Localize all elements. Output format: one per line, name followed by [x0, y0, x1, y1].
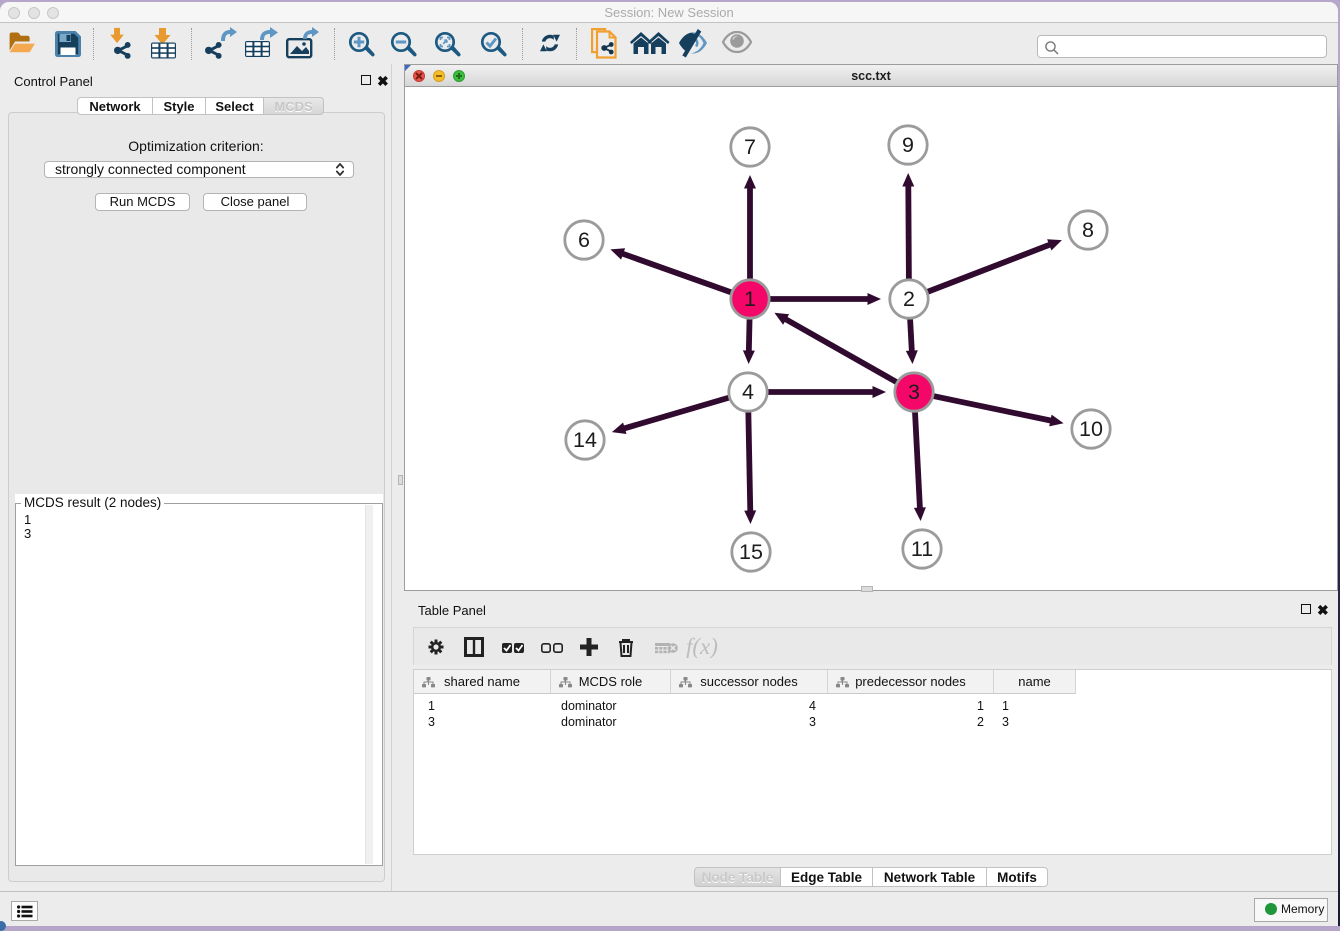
svg-text:14: 14	[573, 428, 597, 452]
svg-text:1: 1	[744, 287, 756, 311]
svg-text:2: 2	[903, 287, 915, 311]
svg-text:7: 7	[744, 135, 756, 159]
svg-text:9: 9	[902, 133, 914, 157]
svg-text:6: 6	[578, 228, 590, 252]
svg-text:3: 3	[908, 380, 920, 404]
svg-text:11: 11	[911, 537, 933, 561]
svg-text:f(x): f(x)	[686, 636, 718, 658]
svg-text:15: 15	[739, 540, 763, 564]
svg-text:10: 10	[1079, 417, 1103, 441]
svg-text:8: 8	[1082, 218, 1094, 242]
svg-text:4: 4	[742, 380, 754, 404]
